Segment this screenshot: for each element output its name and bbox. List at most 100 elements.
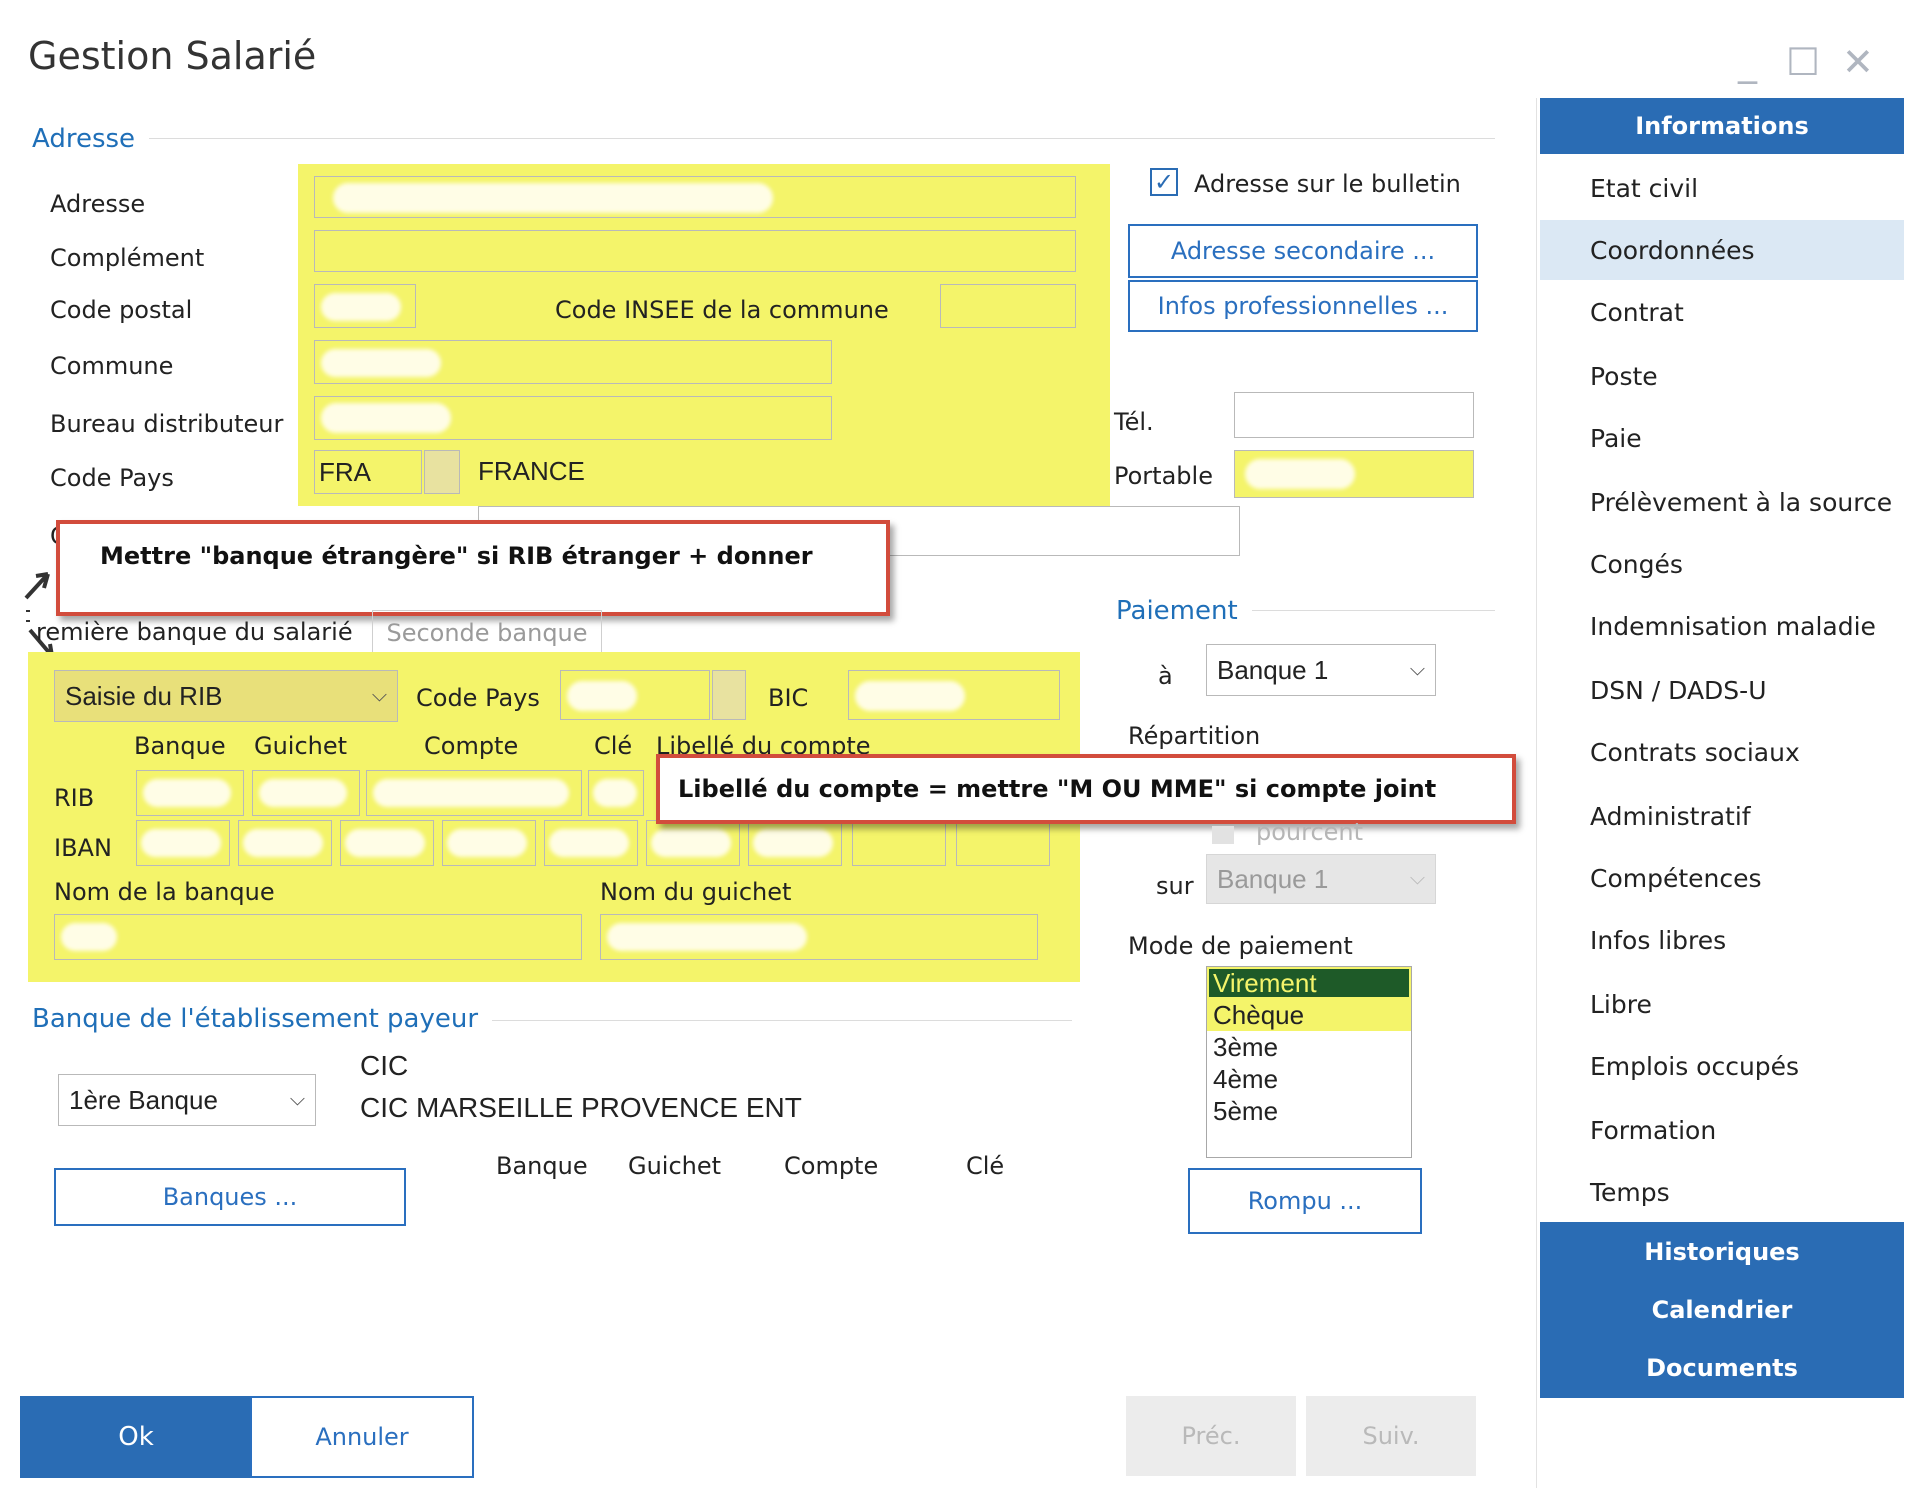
sidebar-item-contrat[interactable]: Contrat — [1590, 298, 1684, 327]
redacted-value — [1245, 459, 1355, 489]
sidebar-item-formation[interactable]: Formation — [1590, 1116, 1716, 1145]
code-pays-lookup-button[interactable] — [424, 450, 460, 494]
sidebar-calendrier[interactable]: Calendrier — [1540, 1284, 1904, 1336]
sidebar-item-prelevement[interactable]: Prélèvement à la source — [1590, 488, 1892, 517]
prec-button[interactable]: Préc. — [1126, 1396, 1296, 1476]
sidebar-divider — [1536, 98, 1537, 1488]
adresse-label: Adresse — [50, 190, 146, 218]
mode-option[interactable]: 5ème — [1207, 1095, 1411, 1127]
section-divider — [478, 1020, 1072, 1021]
rib-compte-input[interactable] — [366, 770, 582, 816]
saisie-rib-select[interactable]: Saisie du RIB ⌵ — [54, 670, 398, 722]
sidebar-item-poste[interactable]: Poste — [1590, 362, 1658, 391]
sidebar-informations-header[interactable]: Informations — [1540, 98, 1904, 154]
bic-input[interactable] — [848, 670, 1060, 720]
sidebar-item-conges[interactable]: Congés — [1590, 550, 1683, 579]
iban-part-8[interactable] — [852, 820, 946, 866]
payer-bank-select[interactable]: 1ère Banque ⌵ — [58, 1074, 316, 1126]
tel-input[interactable] — [1234, 392, 1474, 438]
bank-code-pays-lookup-button[interactable] — [712, 670, 746, 720]
tab-seconde-banque[interactable]: Seconde banque — [372, 610, 602, 655]
sidebar-item-coordonnees[interactable]: Coordonnées — [1590, 236, 1755, 265]
redacted-value — [333, 183, 773, 213]
sidebar-item-administratif[interactable]: Administratif — [1590, 802, 1751, 831]
rib-banque-input[interactable] — [136, 770, 244, 816]
sidebar-item-etat-civil[interactable]: Etat civil — [1590, 174, 1698, 203]
portable-input[interactable] — [1234, 450, 1474, 498]
code-pays-input[interactable]: FRA — [314, 450, 422, 494]
tab-premiere-banque[interactable]: remière banque du salarié — [36, 618, 353, 646]
col-banque-header: Banque — [134, 732, 226, 760]
payer-col-compte: Compte — [784, 1152, 879, 1180]
tel-label: Tél. — [1114, 408, 1154, 436]
iban-part-2[interactable] — [238, 820, 332, 866]
sidebar-historiques[interactable]: Historiques — [1540, 1226, 1904, 1278]
commune-input[interactable] — [314, 340, 832, 384]
section-divider — [140, 138, 1495, 139]
iban-part-4[interactable] — [442, 820, 536, 866]
maximize-button[interactable]: ☐ — [1786, 40, 1820, 84]
sidebar-item-contrats-sociaux[interactable]: Contrats sociaux — [1590, 738, 1800, 767]
bank-code-pays-input[interactable] — [560, 670, 710, 720]
rib-label: RIB — [54, 784, 95, 812]
redacted-value — [753, 829, 833, 857]
window-title: Gestion Salarié — [28, 34, 317, 78]
paiement-banque-select[interactable]: Banque 1 ⌵ — [1206, 644, 1436, 696]
sidebar-item-temps[interactable]: Temps — [1590, 1178, 1670, 1207]
ok-button[interactable]: Ok — [20, 1396, 252, 1478]
iban-part-9[interactable] — [956, 820, 1050, 866]
code-insee-label: Code INSEE de la commune — [555, 296, 889, 324]
sidebar-item-indemnisation[interactable]: Indemnisation maladie — [1590, 612, 1876, 641]
sidebar-item-infos-libres[interactable]: Infos libres — [1590, 926, 1726, 955]
sidebar-item-libre[interactable]: Libre — [1590, 990, 1652, 1019]
adresse-bulletin-checkbox[interactable]: ✓ — [1150, 168, 1178, 196]
sidebar-item-competences[interactable]: Compétences — [1590, 864, 1762, 893]
commune-label: Commune — [50, 352, 174, 380]
redacted-value — [373, 779, 569, 807]
chevron-down-icon: ⌵ — [371, 684, 387, 707]
mode-paiement-label: Mode de paiement — [1128, 932, 1353, 960]
banques-button[interactable]: Banques ... — [54, 1168, 406, 1226]
adresse-secondaire-button[interactable]: Adresse secondaire ... — [1128, 224, 1478, 278]
annotation-note-foreign-bank: Mettre "banque étrangère" si RIB étrange… — [56, 520, 890, 616]
sidebar-item-dsn[interactable]: DSN / DADS-U — [1590, 676, 1767, 705]
rib-guichet-input[interactable] — [252, 770, 360, 816]
sidebar-item-paie[interactable]: Paie — [1590, 424, 1642, 453]
sidebar-item-emplois[interactable]: Emplois occupés — [1590, 1052, 1799, 1081]
iban-part-3[interactable] — [340, 820, 434, 866]
redacted-value — [61, 923, 117, 951]
adresse-input[interactable] — [314, 176, 1076, 218]
close-button[interactable]: ✕ — [1842, 40, 1874, 84]
redacted-value — [321, 403, 451, 433]
payer-bank-branch: CIC MARSEILLE PROVENCE ENT — [360, 1092, 802, 1123]
nom-banque-input[interactable] — [54, 914, 582, 960]
complement-input[interactable] — [314, 230, 1076, 272]
code-insee-input[interactable] — [940, 284, 1076, 328]
address-section-title: Adresse — [32, 124, 150, 154]
iban-part-6[interactable] — [646, 820, 740, 866]
iban-part-7[interactable] — [748, 820, 842, 866]
iban-part-5[interactable] — [544, 820, 638, 866]
mode-paiement-list[interactable]: Virement Chèque 3ème 4ème 5ème — [1206, 966, 1412, 1158]
mode-option[interactable]: 4ème — [1207, 1063, 1411, 1095]
sidebar-documents[interactable]: Documents — [1540, 1342, 1904, 1394]
mode-option-selected[interactable]: Virement — [1207, 967, 1411, 999]
code-postal-input[interactable] — [314, 284, 416, 328]
nom-guichet-input[interactable] — [600, 914, 1038, 960]
iban-part-1[interactable] — [136, 820, 230, 866]
mode-option[interactable]: 3ème — [1207, 1031, 1411, 1063]
rompu-button[interactable]: Rompu ... — [1188, 1168, 1422, 1234]
minimize-button[interactable]: _ — [1738, 40, 1757, 84]
bureau-distributeur-input[interactable] — [314, 396, 832, 440]
annuler-button[interactable]: Annuler — [250, 1396, 474, 1478]
suiv-button[interactable]: Suiv. — [1306, 1396, 1476, 1476]
mode-option[interactable]: Chèque — [1207, 999, 1411, 1031]
infos-professionnelles-button[interactable]: Infos professionnelles ... — [1128, 280, 1478, 332]
pourcent-checkbox[interactable] — [1212, 826, 1234, 844]
nom-banque-label: Nom de la banque — [54, 878, 275, 906]
sur-banque-select[interactable]: Banque 1 ⌵ — [1206, 854, 1436, 904]
rib-cle-input[interactable] — [588, 770, 644, 816]
payer-col-banque: Banque — [496, 1152, 588, 1180]
bank-code-pays-label: Code Pays — [416, 684, 540, 712]
redacted-value — [143, 779, 231, 807]
